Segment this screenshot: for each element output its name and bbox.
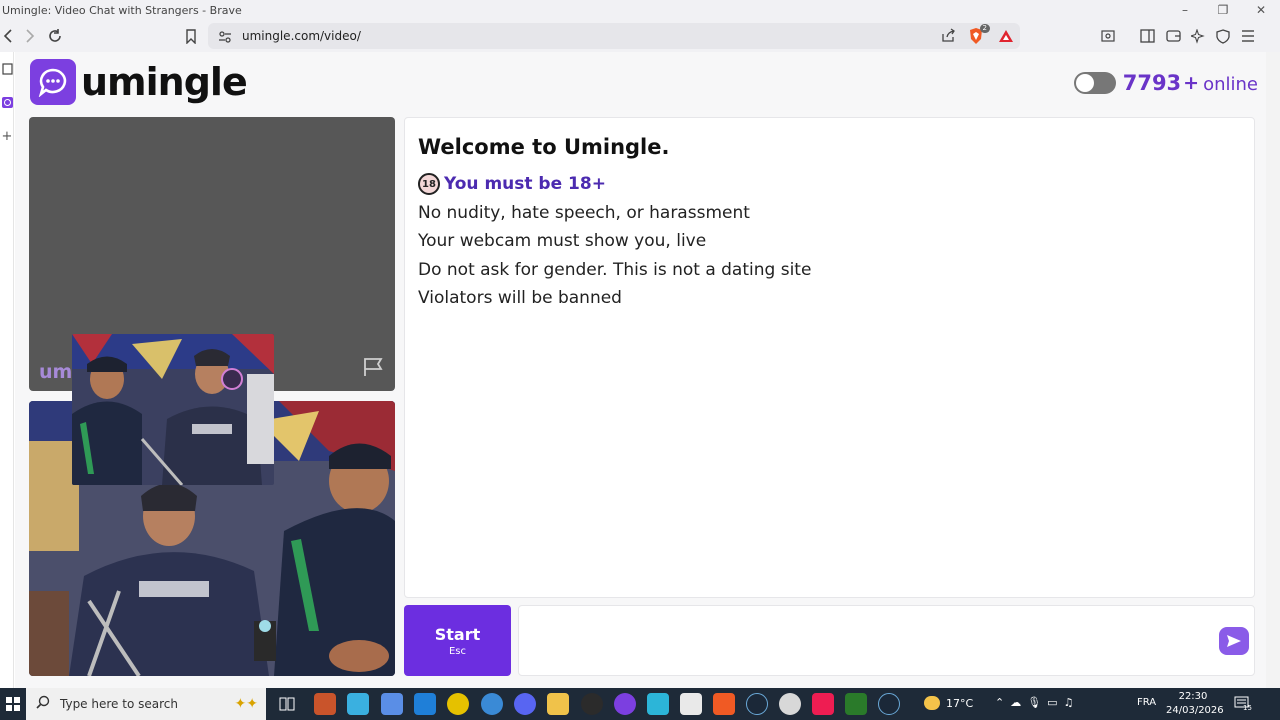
- rule-item: Violators will be banned: [418, 288, 622, 308]
- obs-icon[interactable]: [581, 693, 603, 715]
- taskbar-app-icon[interactable]: [779, 693, 801, 715]
- start-button-shortcut: Esc: [448, 645, 467, 657]
- temperature: 17°C: [946, 696, 974, 710]
- online-label: online: [1203, 74, 1258, 95]
- send-icon: [1227, 635, 1241, 647]
- logi-icon[interactable]: [647, 693, 669, 715]
- minimize-button[interactable]: –: [1166, 0, 1204, 20]
- window-controls: – ❐ ✕: [1166, 0, 1280, 20]
- tab-search-icon[interactable]: [1096, 24, 1120, 48]
- online-plus: +: [1183, 71, 1200, 94]
- reading-list-icon[interactable]: [0, 62, 14, 76]
- rule-item: Do not ask for gender. This is not a dat…: [418, 260, 812, 280]
- language-indicator[interactable]: FRA: [1137, 697, 1156, 708]
- site-info-icon[interactable]: [218, 29, 232, 48]
- browser-sidebar: +: [0, 52, 14, 688]
- wallet-icon[interactable]: [1161, 24, 1185, 48]
- taskbar-app-icon[interactable]: [614, 693, 636, 715]
- search-icon: [36, 695, 50, 713]
- taskbar-app-icon[interactable]: [314, 693, 336, 715]
- report-flag-icon[interactable]: [363, 357, 385, 381]
- menu-icon[interactable]: [1236, 24, 1260, 48]
- taskbar-app-icon[interactable]: [680, 693, 702, 715]
- shield-badge: 2: [979, 24, 990, 33]
- online-count: 7793: [1122, 70, 1182, 95]
- notification-icon[interactable]: 15: [1234, 696, 1252, 713]
- message-input[interactable]: [518, 605, 1255, 676]
- taskbar-app-icon[interactable]: [414, 693, 436, 715]
- windows-start-icon[interactable]: [0, 688, 26, 720]
- page-scrollbar[interactable]: [1266, 52, 1280, 688]
- tiktok-icon[interactable]: [812, 693, 834, 715]
- rule-item: No nudity, hate speech, or harassment: [418, 203, 750, 223]
- toggle-knob: [1075, 73, 1094, 92]
- stranger-video-watermark: um: [39, 361, 73, 383]
- send-button[interactable]: [1219, 627, 1249, 655]
- url-text[interactable]: umingle.com/video/: [242, 29, 361, 43]
- task-view-icon[interactable]: [276, 693, 298, 715]
- theme-toggle[interactable]: [1073, 71, 1116, 94]
- taskbar-search[interactable]: Type here to search ✦✦: [26, 688, 266, 720]
- vpn-shield-icon[interactable]: [1211, 24, 1235, 48]
- address-bar[interactable]: umingle.com/video/ 2: [208, 23, 1020, 49]
- pip-video: [72, 334, 274, 485]
- discord-icon[interactable]: [514, 693, 536, 715]
- steam-icon[interactable]: [878, 693, 900, 715]
- taskbar-app-icon[interactable]: [845, 693, 867, 715]
- umingle-pinned-icon[interactable]: [0, 95, 14, 109]
- umingle-logo[interactable]: umingle: [30, 59, 248, 105]
- windows-taskbar: Type here to search ✦✦ 17°C ⌃☁🎙▭♫ FRA 22…: [0, 688, 1280, 720]
- steam-icon[interactable]: [746, 693, 768, 715]
- browser-toolbar: umingle.com/video/ 2: [0, 20, 1280, 52]
- search-placeholder: Type here to search: [60, 697, 178, 711]
- file-explorer-icon[interactable]: [547, 693, 569, 715]
- rule-item: Your webcam must show you, live: [418, 231, 707, 251]
- search-highlight-icon: ✦✦: [234, 696, 258, 712]
- start-button-label: Start: [434, 624, 481, 644]
- online-counter: 7793 + online: [1073, 70, 1258, 95]
- no-under-18-icon: 18: [418, 173, 440, 195]
- brave-rewards-icon[interactable]: [998, 28, 1014, 47]
- brave-icon[interactable]: [713, 693, 735, 715]
- add-panel-icon[interactable]: +: [0, 129, 14, 144]
- age-warning-text: You must be 18+: [444, 174, 606, 194]
- window-title: Umingle: Video Chat with Strangers - Bra…: [2, 3, 242, 17]
- reload-icon[interactable]: [43, 24, 67, 48]
- taskbar-app-icon[interactable]: [347, 693, 369, 715]
- weather-icon: [924, 696, 940, 710]
- chat-bubble-logo-icon: [30, 59, 76, 105]
- share-icon[interactable]: [941, 28, 956, 47]
- maximize-button[interactable]: ❐: [1204, 0, 1242, 20]
- browser-title-bar: Umingle: Video Chat with Strangers - Bra…: [0, 0, 1280, 20]
- umingle-page: umingle 7793 + online um Welcome to Umin…: [15, 52, 1266, 688]
- taskbar-app-icon[interactable]: [381, 693, 403, 715]
- taskbar-app-icon[interactable]: [481, 693, 503, 715]
- start-button[interactable]: Start Esc: [404, 605, 511, 676]
- sidebar-toggle-icon[interactable]: [1135, 24, 1159, 48]
- pip-scene-image: [72, 334, 274, 485]
- close-button[interactable]: ✕: [1242, 0, 1280, 20]
- back-icon[interactable]: [0, 24, 20, 48]
- tray-icons[interactable]: ⌃☁🎙▭♫: [995, 696, 1079, 709]
- clock[interactable]: 22:30 24/03/2026: [1166, 690, 1224, 718]
- notification-count: 15: [1243, 704, 1252, 712]
- weather-widget[interactable]: 17°C: [924, 696, 973, 710]
- forward-icon[interactable]: [18, 24, 42, 48]
- leo-ai-icon[interactable]: [1186, 24, 1210, 48]
- age-icon-text: 18: [422, 178, 436, 190]
- welcome-heading: Welcome to Umingle.: [418, 135, 670, 159]
- bookmark-icon[interactable]: [179, 24, 203, 48]
- age-warning: 18 You must be 18+: [418, 173, 606, 195]
- clock-time: 22:30: [1178, 691, 1208, 702]
- logo-text: umingle: [81, 60, 248, 104]
- clock-date: 24/03/2026: [1166, 705, 1224, 716]
- chat-panel: Welcome to Umingle. 18 You must be 18+ N…: [404, 117, 1255, 598]
- chrome-icon[interactable]: [447, 693, 469, 715]
